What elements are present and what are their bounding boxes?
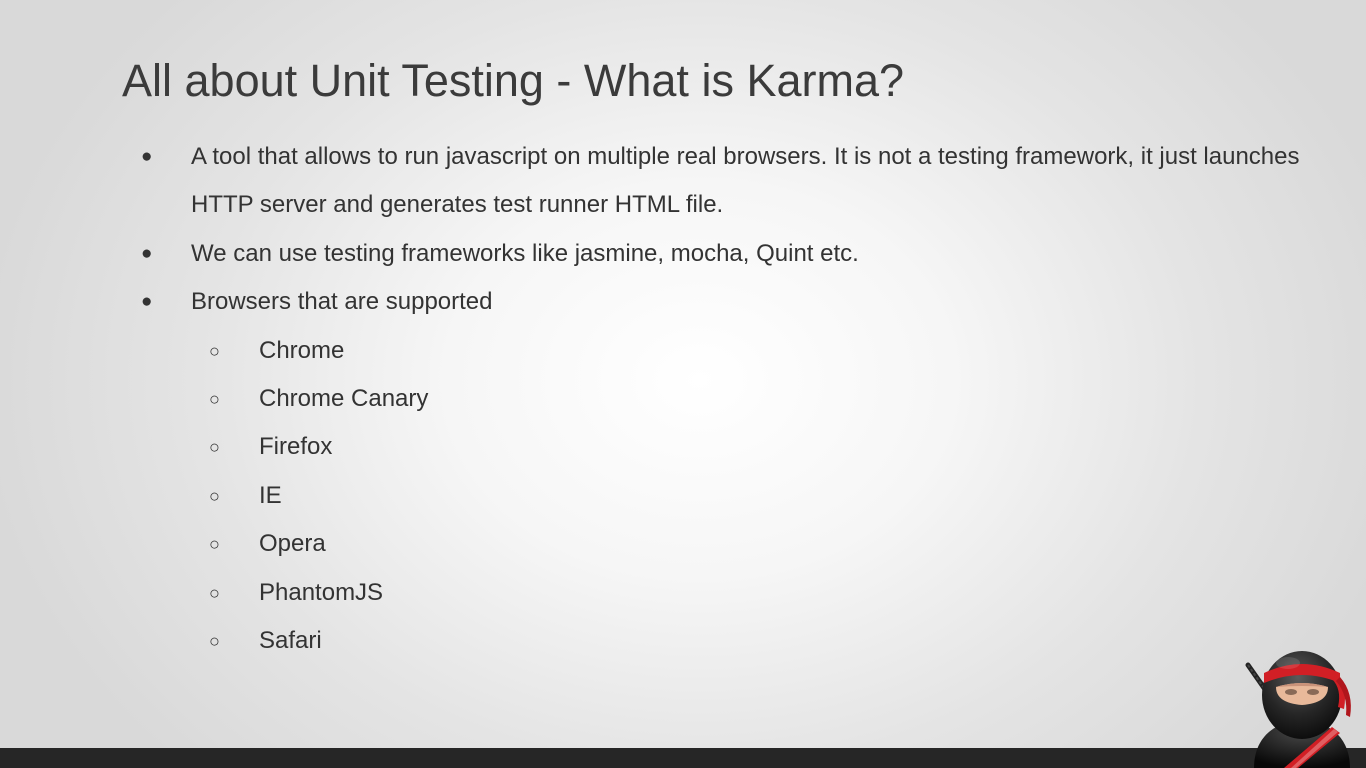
sub-bullet-item-chrome: ○ Chrome — [0, 327, 1366, 375]
sub-bullet-item-ie: ○ IE — [0, 472, 1366, 520]
sub-bullet-marker: ○ — [209, 437, 220, 458]
ninja-mascot-icon — [1245, 651, 1351, 768]
bullet-marker: ● — [141, 242, 153, 264]
bullet-item: ● A tool that allows to run javascript o… — [0, 133, 1366, 230]
bullet-text: We can use testing frameworks like jasmi… — [191, 239, 859, 267]
sub-bullet-marker: ○ — [209, 582, 220, 603]
sub-bullet-item-opera: ○ Opera — [0, 520, 1366, 568]
browser-name: Chrome — [259, 336, 345, 364]
bullet-marker: ● — [141, 146, 153, 167]
bullet-marker: ● — [141, 291, 153, 313]
browser-name: IE — [259, 481, 282, 509]
sub-bullet-item-firefox: ○ Firefox — [0, 423, 1366, 471]
bullet-item: ● Browsers that are supported — [0, 278, 1366, 326]
footer-bar — [0, 748, 1366, 768]
browser-name: PhantomJS — [259, 578, 384, 606]
sub-bullet-item-safari: ○ Safari — [0, 617, 1366, 665]
bullet-list: ● A tool that allows to run javascript o… — [0, 133, 1366, 665]
bullet-text: Browsers that are supported — [191, 288, 493, 316]
sub-bullet-item-chrome-canary: ○ Chrome Canary — [0, 375, 1366, 423]
browser-name: Chrome Canary — [259, 385, 429, 413]
sub-bullet-marker: ○ — [209, 534, 220, 555]
slide-title: All about Unit Testing - What is Karma? — [122, 55, 905, 106]
browser-name: Firefox — [259, 433, 333, 461]
browser-name: Opera — [259, 530, 326, 558]
sub-bullet-marker: ○ — [209, 631, 220, 652]
bullet-item: ● We can use testing frameworks like jas… — [0, 230, 1366, 278]
sub-bullet-marker: ○ — [209, 389, 220, 410]
sub-bullet-marker: ○ — [209, 485, 220, 506]
sub-bullet-marker: ○ — [209, 340, 220, 361]
bullet-text: A tool that allows to run javascript on … — [191, 143, 1300, 219]
browser-name: Safari — [259, 627, 322, 655]
sub-bullet-item-phantomjs: ○ PhantomJS — [0, 569, 1366, 617]
